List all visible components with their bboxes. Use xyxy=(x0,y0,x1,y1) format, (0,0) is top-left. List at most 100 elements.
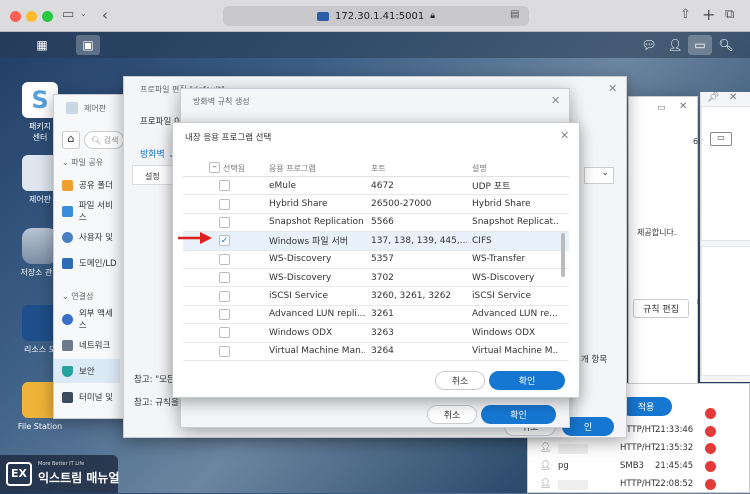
section-title: 연결성 xyxy=(71,292,94,301)
sidebar-item-users[interactable]: 사용자 및 xyxy=(54,225,120,249)
chat-icon[interactable]: 💬︎ xyxy=(637,35,661,55)
disconnect-icon[interactable] xyxy=(705,479,716,490)
column-header-port: 포트 xyxy=(371,164,386,173)
search-icon[interactable]: 🔍︎ xyxy=(714,35,738,55)
share-icon[interactable]: ⇧ xyxy=(680,7,691,22)
scrollbar-thumb[interactable] xyxy=(561,233,565,277)
app-port: 137, 138, 139, 445,... xyxy=(371,235,467,246)
background-window-right: ▭ ✕ 6:00 제공합니다. 규칙 편집 다. xyxy=(628,96,711,392)
row-checkbox[interactable] xyxy=(219,216,230,228)
app-desc: WS-Discovery xyxy=(472,272,535,283)
new-tab-icon[interactable]: + xyxy=(702,5,715,24)
sidebar-item-external-access[interactable]: 외부 액세스 xyxy=(54,307,120,331)
section-title: 파일 공유 xyxy=(71,158,104,167)
row-checkbox[interactable] xyxy=(219,308,230,320)
apply-button[interactable]: 적용 xyxy=(620,397,672,416)
widgets-icon[interactable]: ▭ xyxy=(688,35,712,55)
chevron-down-icon: ⌄ xyxy=(62,158,69,167)
select-all-checkbox[interactable]: – xyxy=(209,162,220,173)
reader-icon[interactable]: ▤ xyxy=(510,9,519,20)
close-icon[interactable]: ✕ xyxy=(729,92,737,103)
ok-button[interactable]: 확인 xyxy=(481,405,556,424)
app-name: Virtual Machine Man... xyxy=(269,346,365,357)
sidebar-item-network[interactable]: 네트워크 xyxy=(54,333,120,357)
table-row[interactable]: Hybrid Share 26500-27000 Hybrid Share xyxy=(183,195,569,214)
cancel-button[interactable]: 취소 xyxy=(435,371,485,390)
disconnect-icon[interactable] xyxy=(705,426,716,437)
sidebar-item-file-services[interactable]: 파일 서비스 xyxy=(54,199,120,223)
log-proto: SMB3 xyxy=(620,461,644,471)
table-row[interactable]: Virtual Machine Man... 3264 Virtual Machin… xyxy=(183,343,569,361)
table-row[interactable]: Windows ODX 3263 Windows ODX xyxy=(183,324,569,343)
table-row[interactable]: WS-Discovery 3702 WS-Discovery xyxy=(183,269,569,288)
address-bar[interactable]: 172.30.1.41:5001 🔒︎ xyxy=(223,6,529,26)
close-icon[interactable]: ✕ xyxy=(551,94,560,107)
desktop-icon-label: File Station xyxy=(17,422,63,431)
row-checkbox[interactable] xyxy=(219,290,230,302)
disconnect-icon[interactable] xyxy=(705,461,716,472)
rule-edit-button[interactable]: 규칙 편집 xyxy=(633,299,689,318)
control-panel-task-icon[interactable]: ▣ xyxy=(76,35,100,55)
restore-icon[interactable]: ▭ xyxy=(657,103,666,113)
zoom-window-button[interactable] xyxy=(42,11,53,22)
app-desc: iSCSI Service xyxy=(472,291,531,302)
sidebar-item-label: 네트워크 xyxy=(79,341,111,351)
sidebar-item-terminal[interactable]: 터미널 및 xyxy=(54,385,120,409)
app-name: iSCSI Service xyxy=(269,291,328,302)
note-text: 참고: 규칙을 xyxy=(134,398,179,408)
app-desc: Hybrid Share xyxy=(472,199,531,210)
close-icon[interactable]: ✕ xyxy=(608,82,617,95)
close-window-button[interactable] xyxy=(10,11,21,22)
app-table-body: eMule 4672 UDP 포트 Hybrid Share 26500-27000 Hy… xyxy=(183,177,569,361)
widget-card: ▭ xyxy=(701,106,750,241)
table-row[interactable]: ✓ Windows 파일 서버 137, 138, 139, 445,... CIFS xyxy=(183,232,569,251)
sidebar-item-label: 보안 xyxy=(79,367,95,377)
row-checkbox[interactable]: ✓ xyxy=(219,235,230,247)
table-row[interactable]: iSCSI Service 3260, 3261, 3262 iSCSI Servi… xyxy=(183,287,569,306)
log-row: 👤︎ HTTP/HT... 22:08:52 xyxy=(528,476,750,494)
app-desc: CIFS xyxy=(472,235,492,246)
tab-overview-icon[interactable]: ⧉ xyxy=(725,7,734,22)
dropdown-chevron-icon[interactable]: ⌄ xyxy=(584,167,614,184)
main-menu-icon[interactable]: ▦ xyxy=(30,35,54,55)
chevron-down-icon: ⌄ xyxy=(62,292,69,301)
pin-icon[interactable]: 📌︎ xyxy=(707,92,720,103)
sidebar-item-security[interactable]: 보안 xyxy=(54,359,120,383)
app-name: Advanced LUN repli... xyxy=(269,309,365,320)
builtin-app-dialog: 내장 응용 프로그램 선택 ✕ – 선택됨 응용 프로그램 포트 설명 eMul… xyxy=(172,122,580,398)
watermark-logo: EX xyxy=(6,462,32,486)
table-row[interactable]: WS-Discovery 5357 WS-Transfer xyxy=(183,251,569,269)
log-time: 22:08:52 xyxy=(655,479,694,489)
back-icon[interactable]: ‹ xyxy=(102,6,108,24)
ok-button[interactable]: 확인 xyxy=(489,371,565,390)
table-row[interactable]: Snapshot Replication 5566 Snapshot Replica… xyxy=(183,214,569,233)
chevron-down-icon[interactable]: ⌄ xyxy=(80,9,87,18)
table-row[interactable]: Advanced LUN repli... 3261 Advanced LUN re… xyxy=(183,306,569,325)
close-icon[interactable]: ✕ xyxy=(679,101,687,112)
minimize-window-button[interactable] xyxy=(26,11,37,22)
close-icon[interactable]: ✕ xyxy=(560,129,569,142)
sidebar-toggle-icon[interactable]: ▭ xyxy=(62,7,74,22)
row-checkbox[interactable] xyxy=(219,327,230,339)
home-icon[interactable]: ⌂ xyxy=(62,131,80,149)
table-row[interactable]: eMule 4672 UDP 포트 xyxy=(183,177,569,196)
row-checkbox[interactable] xyxy=(219,180,230,192)
sidebar-item-domain[interactable]: 도메인/LD xyxy=(54,251,120,275)
row-checkbox[interactable] xyxy=(219,272,230,284)
items-count: 개 항목 xyxy=(581,355,608,365)
tab-firewall[interactable]: 방화벽 ⌄ xyxy=(140,147,175,160)
row-checkbox[interactable] xyxy=(219,253,230,265)
disconnect-icon[interactable] xyxy=(705,443,716,454)
app-desc: Snapshot Replicat... xyxy=(472,217,558,228)
search-field[interactable]: 🔍︎ 검색 xyxy=(84,131,124,149)
disconnect-icon[interactable] xyxy=(705,408,716,419)
users-icon xyxy=(62,231,73,243)
dialog-title: 내장 응용 프로그램 선택 xyxy=(185,133,272,143)
app-port: 26500-27000 xyxy=(371,199,432,210)
row-checkbox[interactable] xyxy=(219,345,230,357)
sidebar-item-shared-folder[interactable]: 공유 폴더 xyxy=(54,173,120,197)
row-checkbox[interactable] xyxy=(219,198,230,210)
cancel-button[interactable]: 취소 xyxy=(427,405,477,424)
user-icon: 👤︎ xyxy=(540,461,552,471)
user-icon[interactable]: 👤︎ xyxy=(663,35,687,55)
